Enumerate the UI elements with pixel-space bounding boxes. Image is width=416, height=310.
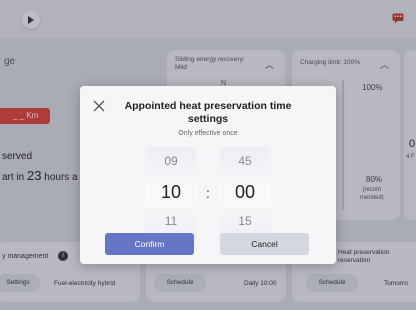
minute-next[interactable]: 15 [219, 214, 271, 228]
hour-next[interactable]: 11 [145, 214, 197, 228]
dialog-title: Appointed heat preservation time setting… [124, 100, 292, 125]
hour-prev[interactable]: 09 [145, 154, 197, 168]
hour-picker[interactable]: 09 10 11 [145, 147, 197, 241]
time-settings-dialog: Appointed heat preservation time setting… [80, 86, 336, 264]
minute-prev[interactable]: 45 [219, 154, 271, 168]
hour-current[interactable]: 10 [145, 182, 197, 203]
dialog-subtitle: Only effective once [178, 130, 238, 137]
cancel-button[interactable]: Cancel [220, 233, 309, 255]
minute-current[interactable]: 00 [219, 182, 271, 203]
close-icon[interactable] [92, 99, 106, 113]
minute-picker[interactable]: 45 00 15 [219, 147, 271, 241]
confirm-button[interactable]: Confirm [105, 233, 194, 255]
time-separator: : [206, 185, 210, 201]
